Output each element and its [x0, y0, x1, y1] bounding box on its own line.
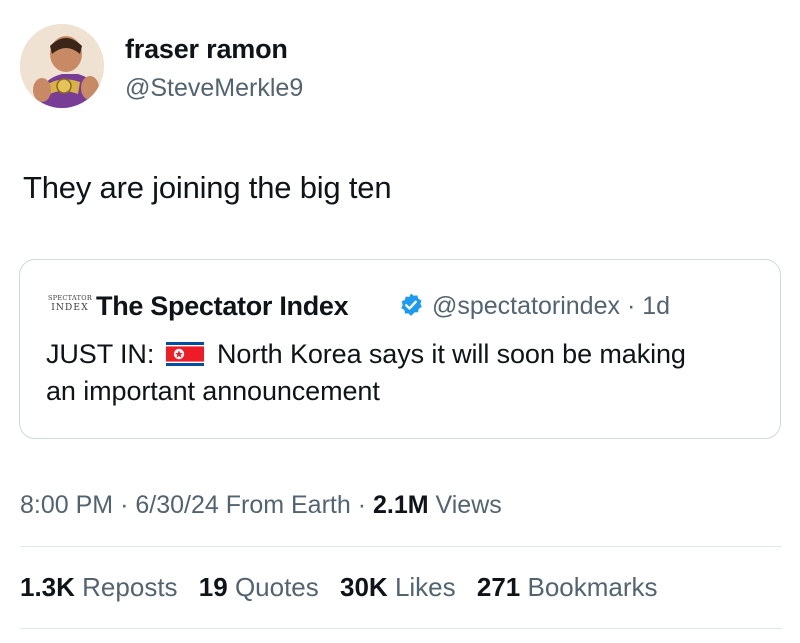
engagement-stats: 1.3K Reposts 19 Quotes 30K Likes 271 Boo…: [20, 572, 672, 603]
meta-separator: ·: [120, 491, 129, 519]
quoted-meta: @spectatorindex · 1d: [432, 292, 670, 321]
quoted-text-line2: an important announcement: [46, 376, 380, 406]
reposts-label: Reposts: [82, 572, 178, 602]
verified-badge-icon: [398, 292, 424, 318]
reposts-stat[interactable]: 1.3K Reposts: [20, 572, 178, 602]
author-handle[interactable]: @SteveMerkle9: [125, 74, 303, 103]
quoted-text-line1: North Korea says it will soon be making: [217, 339, 686, 369]
bookmarks-stat[interactable]: 271 Bookmarks: [477, 572, 658, 602]
avatar[interactable]: [20, 24, 104, 108]
likes-stat[interactable]: 30K Likes: [340, 572, 456, 602]
quotes-label: Quotes: [234, 572, 319, 602]
logo-text-top: SPECTATOR: [48, 294, 93, 302]
views-count: 2.1M: [372, 491, 429, 519]
logo-text-bottom: INDEX: [51, 303, 89, 313]
bookmarks-count: 271: [476, 572, 521, 602]
divider: [20, 546, 782, 547]
north-korea-flag-icon: [165, 339, 204, 366]
quoted-tweet-text: JUST IN: North Korea says it will soon b…: [46, 336, 766, 410]
quoted-author-name[interactable]: The Spectator Index: [96, 291, 349, 322]
quoted-text-prefix: JUST IN:: [46, 339, 155, 369]
likes-label: Likes: [394, 572, 456, 602]
spectator-index-logo[interactable]: SPECTATOR INDEX: [45, 290, 95, 316]
quoted-separator: ·: [626, 292, 636, 320]
quoted-tweet-card[interactable]: SPECTATOR INDEX The Spectator Index @spe…: [19, 259, 781, 439]
divider: [20, 628, 782, 629]
quotes-count: 19: [198, 572, 228, 602]
meta-separator: ·: [357, 491, 367, 519]
views-label: Views: [435, 491, 502, 519]
tweet-meta: 8:00 PM · 6/30/24 From Earth · 2.1M View…: [20, 491, 502, 520]
quoted-age[interactable]: 1d: [642, 292, 670, 320]
likes-count: 30K: [340, 572, 388, 602]
tweet-source: From Earth: [225, 491, 351, 519]
quotes-stat[interactable]: 19 Quotes: [199, 572, 319, 602]
tweet-date[interactable]: 6/30/24: [135, 491, 218, 519]
tweet-time[interactable]: 8:00 PM: [20, 491, 113, 519]
quoted-handle[interactable]: @spectatorindex: [432, 292, 620, 320]
avatar-image: [20, 24, 104, 108]
tweet-text: They are joining the big ten: [23, 170, 392, 205]
author-display-name[interactable]: fraser ramon: [125, 34, 288, 65]
bookmarks-label: Bookmarks: [527, 572, 658, 602]
reposts-count: 1.3K: [20, 572, 75, 602]
